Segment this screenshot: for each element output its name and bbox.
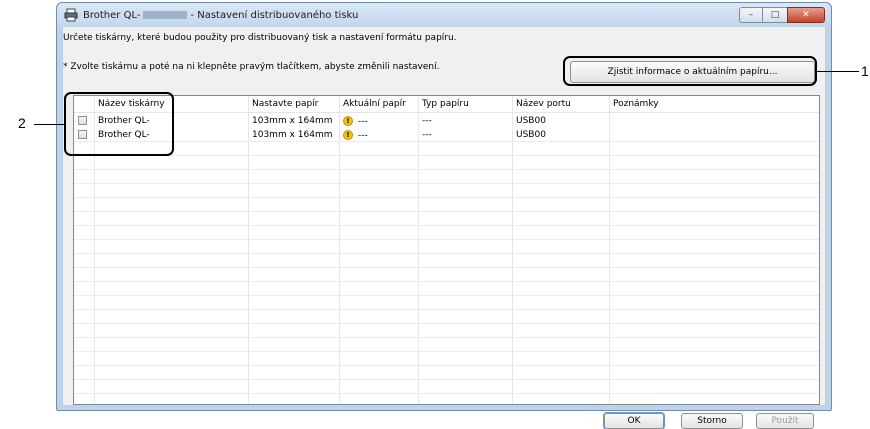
callout-number-2: 2 [18,115,26,131]
current-paper-value: --- [358,116,368,127]
callout-line-2 [34,124,64,125]
apply-button[interactable]: Použít [756,413,814,429]
paper-type-value: --- [422,130,432,140]
printer-icon [64,8,78,22]
window-title: Brother QL- - Nastavení distribuovaného t… [83,10,358,21]
callout-box-1 [563,56,817,86]
column-header-paper-type[interactable]: Typ papíru [422,99,469,109]
port-value: USB00 [516,130,546,140]
instruction-text: Určete tiskárny, které budou použity pro… [63,33,457,43]
set-paper-value: 103mm x 164mm [252,116,333,126]
cancel-button[interactable]: Storno [681,413,743,429]
minimize-button[interactable]: – [739,7,763,23]
title-prefix: Brother QL- [83,10,141,21]
title-bar[interactable]: Brother QL- - Nastavení distribuovaného t… [57,3,831,27]
set-paper-value: 103mm x 164mm [252,130,333,140]
close-button[interactable]: ✕ [787,7,825,23]
table-header: Název tiskárny Nastavte papír Aktuální p… [74,96,819,113]
callout-box-2 [64,92,174,156]
current-paper-cell: ! --- [343,130,368,141]
window-controls: – □ ✕ [739,7,825,23]
warning-icon: ! [343,130,353,140]
column-header-current-paper[interactable]: Aktuální papír [343,99,406,109]
port-value: USB00 [516,116,546,126]
title-suffix: - Nastavení distribuovaného tisku [190,10,359,21]
printer-table: Název tiskárny Nastavte papír Aktuální p… [73,95,820,405]
callout-number-1: 1 [861,63,869,79]
current-paper-cell: ! --- [343,116,368,127]
column-header-notes[interactable]: Poznámky [613,99,659,109]
note-text: * Zvolte tiskárnu a poté na ni klepněte … [63,62,440,72]
ok-button[interactable]: OK [603,412,665,429]
maximize-button[interactable]: □ [763,7,787,23]
warning-icon: ! [343,116,353,126]
column-header-set-paper[interactable]: Nastavte papír [252,99,318,109]
table-row[interactable]: Brother QL- 103mm x 164mm ! --- --- USB00 [74,128,819,142]
paper-type-value: --- [422,116,432,126]
column-header-port[interactable]: Název portu [516,99,571,109]
current-paper-value: --- [358,130,368,141]
redacted-model [143,11,188,19]
callout-line-1 [817,71,859,72]
table-row[interactable]: Brother QL- 103mm x 164mm ! --- --- USB00 [74,114,819,128]
